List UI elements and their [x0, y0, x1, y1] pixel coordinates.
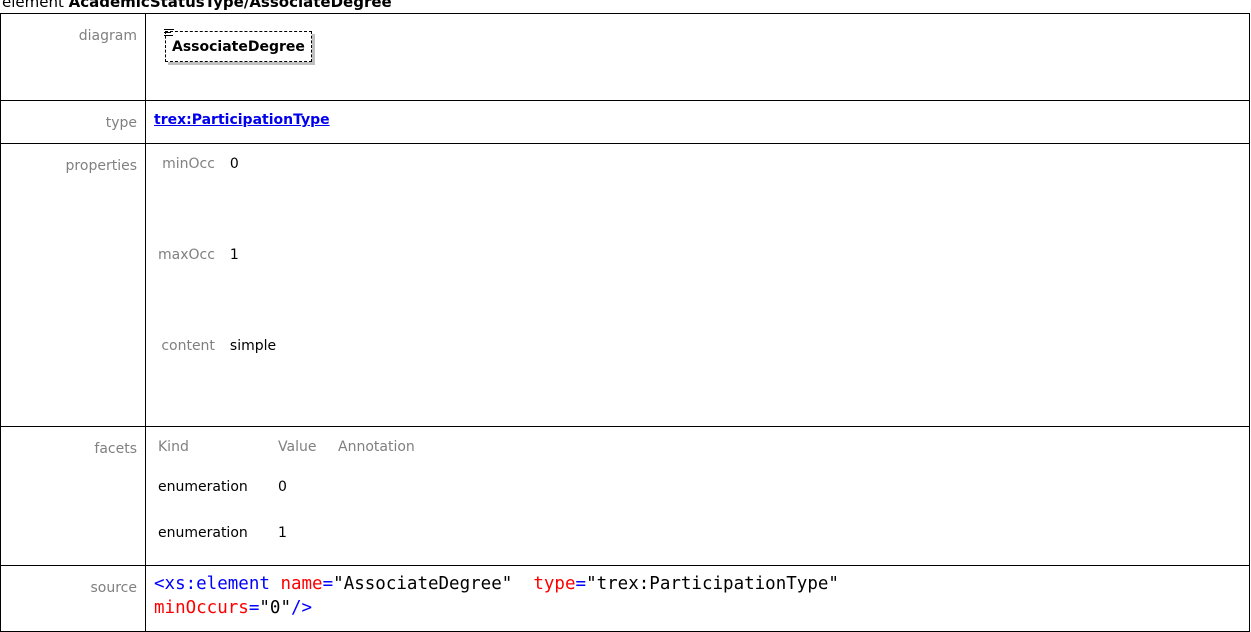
facet-row: enumeration 1 — [158, 519, 415, 565]
source-attr-min: minOccurs — [154, 598, 249, 618]
diagram-box-label: AssociateDegree — [172, 39, 305, 55]
source-attr-type: type — [533, 574, 576, 594]
diagram-wrap: AssociateDegree — [164, 29, 375, 71]
facet-annotation — [338, 473, 415, 519]
source-tag-open: <xs:element — [154, 574, 270, 594]
source-attr-name: name — [280, 574, 323, 594]
property-key: content — [161, 338, 215, 354]
property-key: maxOcc — [158, 247, 215, 263]
facets-header-row: Kind Value Annotation — [158, 436, 415, 473]
facet-row: enumeration 0 — [158, 473, 415, 519]
source-name-value: "AssociateDegree" — [333, 574, 513, 594]
property-row: minOcc 0 — [158, 153, 276, 244]
facets-row: facets Kind Value Annotation enumeration… — [0, 426, 1250, 566]
source-equals: = — [575, 574, 587, 594]
facets-inner-table: Kind Value Annotation enumeration 0 enum… — [158, 436, 415, 565]
source-label: source — [0, 565, 146, 632]
heading-path: AcademicStatusType/AssociateDegree — [68, 0, 392, 11]
facet-value: 0 — [278, 479, 287, 495]
source-row: source <xs:element name="AssociateDegree… — [0, 565, 1250, 632]
source-equals: = — [322, 574, 334, 594]
facets-header-value: Value — [278, 439, 317, 455]
source-tag-close: /> — [290, 598, 313, 618]
facets-header-kind: Kind — [158, 439, 189, 455]
source-cell: <xs:element name="AssociateDegree" type=… — [145, 565, 1250, 632]
type-row: type trex:ParticipationType — [0, 100, 1250, 144]
element-heading: element AcademicStatusType/AssociateDegr… — [2, 0, 392, 12]
type-link[interactable]: trex:ParticipationType — [154, 112, 330, 128]
diagram-label: diagram — [0, 13, 146, 101]
facet-annotation — [338, 519, 415, 565]
properties-row: properties minOcc 0 maxOcc 1 content sim… — [0, 143, 1250, 427]
facets-label: facets — [0, 426, 146, 566]
source-code: <xs:element name="AssociateDegree" type=… — [154, 572, 1249, 620]
diagram-row: diagram AssociateDegree — [0, 13, 1250, 101]
heading-prefix: element — [2, 0, 69, 11]
property-value: 1 — [229, 247, 239, 263]
properties-inner-table: minOcc 0 maxOcc 1 content simple — [158, 153, 276, 426]
type-label: type — [0, 100, 146, 144]
property-value: 0 — [229, 156, 239, 172]
property-row: content simple — [158, 335, 276, 426]
type-cell: trex:ParticipationType — [145, 100, 1250, 144]
facet-value: 1 — [278, 525, 287, 541]
source-min-value: "0" — [259, 598, 291, 618]
element-diagram-box[interactable]: AssociateDegree — [164, 29, 312, 62]
properties-label: properties — [0, 143, 146, 427]
property-key: minOcc — [162, 156, 215, 172]
property-value: simple — [229, 338, 277, 354]
source-equals: = — [248, 598, 260, 618]
properties-cell: minOcc 0 maxOcc 1 content simple — [145, 143, 1250, 427]
element-properties-table: diagram AssociateDegree type trex:Partic… — [0, 13, 1250, 632]
facets-header-annotation: Annotation — [338, 439, 415, 455]
source-type-value: "trex:ParticipationType" — [586, 574, 839, 594]
sequence-icon — [164, 29, 174, 37]
property-row: maxOcc 1 — [158, 244, 276, 335]
facets-cell: Kind Value Annotation enumeration 0 enum… — [145, 426, 1250, 566]
facet-kind: enumeration — [158, 525, 248, 541]
facet-kind: enumeration — [158, 479, 248, 495]
diagram-cell: AssociateDegree — [145, 13, 1250, 101]
